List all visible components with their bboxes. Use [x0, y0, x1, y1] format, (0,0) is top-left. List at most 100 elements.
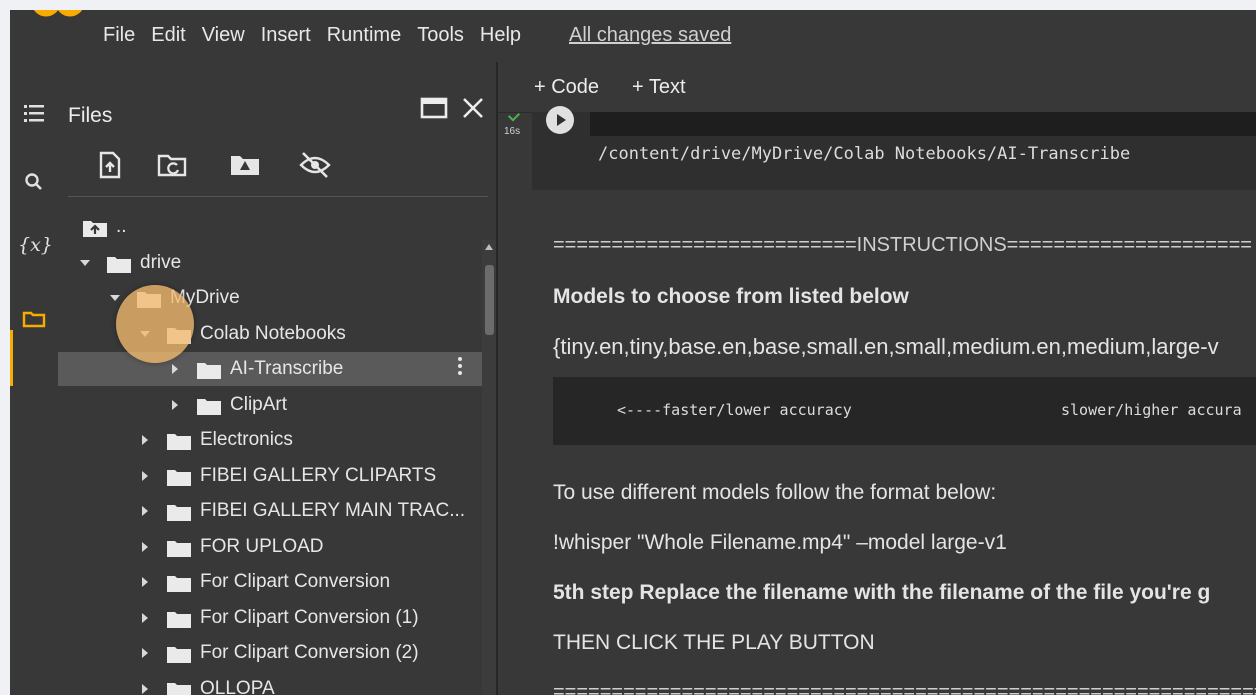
expand-arrow-icon[interactable] — [142, 470, 148, 481]
add-code-button[interactable]: + Code — [534, 76, 599, 99]
click-cursor-highlight — [116, 285, 194, 363]
code-cell[interactable]: /content/drive/MyDrive/Colab Notebooks/A… — [532, 106, 1256, 190]
folder-icon — [167, 576, 191, 592]
file-tree-row[interactable]: OLLOPA — [58, 672, 483, 695]
expand-arrow-icon[interactable] — [172, 399, 178, 410]
expand-arrow-icon[interactable] — [142, 577, 148, 587]
cell-gutter: 16s — [498, 109, 532, 192]
file-tree-row[interactable]: FIBEI GALLERY MAIN TRAC... — [58, 494, 483, 528]
menubar: File Edit View Insert Runtime Tools Help All c… — [10, 10, 1256, 62]
file-tree-label: Colab Notebooks — [200, 322, 346, 344]
collapse-arrow-icon[interactable] — [110, 295, 120, 301]
hide-files-icon[interactable] — [298, 150, 332, 180]
footer-rule: ========================================… — [553, 681, 1256, 695]
folder-icon — [167, 434, 191, 450]
notebook-area: + Code + Text 16s /content/drive/MyDrive… — [498, 62, 1256, 695]
variables-icon[interactable]: {x} — [18, 234, 53, 256]
file-tree-label: drive — [140, 251, 182, 273]
file-tree-row[interactable]: For Clipart Conversion (2) — [58, 636, 483, 670]
scroll-up-icon[interactable] — [485, 244, 493, 250]
menu-edit[interactable]: Edit — [151, 24, 185, 47]
menu-list: File Edit View Insert Runtime Tools Help — [103, 24, 537, 47]
folder-icon — [197, 398, 221, 415]
file-tree-label: For Clipart Conversion (2) — [200, 642, 419, 663]
close-icon[interactable] — [460, 96, 486, 120]
colab-window: File Edit View Insert Runtime Tools Help All c… — [10, 10, 1256, 695]
collapse-arrow-icon[interactable] — [80, 259, 90, 266]
expand-arrow-icon[interactable] — [172, 364, 178, 374]
example-command: !whisper "Whole Filename.mp4" –model lar… — [553, 531, 1007, 554]
folder-icon[interactable] — [18, 308, 50, 330]
file-tree-label: For Clipart Conversion — [200, 571, 391, 592]
file-tree-row[interactable]: FOR UPLOAD — [58, 530, 483, 564]
menu-help[interactable]: Help — [480, 24, 521, 47]
folder-icon — [107, 256, 131, 273]
file-tree-row[interactable]: For Clipart Conversion (1) — [58, 601, 483, 635]
speed-accuracy-code-block: <----faster/lower accuracy slower/higher… — [553, 377, 1256, 445]
file-tree-label: OLLOPA — [200, 677, 275, 695]
files-panel-title: Files — [68, 104, 113, 127]
instructions-header: ==========================INSTRUCTIONS==… — [553, 234, 1252, 256]
search-icon[interactable] — [18, 170, 50, 194]
file-tree-row[interactable]: ClipArt — [58, 388, 483, 422]
file-tree-label: ClipArt — [230, 393, 288, 415]
upload-file-icon[interactable] — [96, 150, 124, 180]
file-tree-row[interactable]: AI-Transcribe — [58, 352, 483, 386]
file-tree-label: FIBEI GALLERY MAIN TRAC... — [200, 500, 466, 521]
file-tree-label: FOR UPLOAD — [200, 535, 324, 557]
models-heading: Models to choose from listed below — [553, 285, 909, 308]
menu-tools[interactable]: Tools — [417, 24, 464, 47]
run-cell-play-icon[interactable] — [546, 106, 574, 134]
file-tree-scrollbar[interactable] — [482, 240, 496, 695]
file-tree: .. drive MyDrive Colab Notebooks AI-Transcri… — [58, 202, 483, 695]
expand-arrow-icon[interactable] — [142, 435, 148, 445]
parent-folder-icon — [83, 221, 107, 237]
play-instruction: THEN CLICK THE PLAY BUTTON — [553, 631, 875, 654]
open-in-tab-icon[interactable] — [420, 96, 448, 120]
file-tree-label: AI-Transcribe — [230, 358, 344, 379]
folder-icon — [167, 647, 191, 663]
menu-runtime[interactable]: Runtime — [327, 24, 401, 47]
notebook-toolbar: + Code + Text — [498, 62, 1256, 113]
folder-icon — [167, 540, 191, 557]
file-tree-label: FIBEI GALLERY CLIPARTS — [200, 464, 437, 486]
folder-icon — [167, 505, 191, 521]
toolbar-divider — [68, 196, 488, 197]
cell-output-path: /content/drive/MyDrive/Colab Notebooks/A… — [598, 144, 1131, 164]
expand-arrow-icon[interactable] — [142, 541, 148, 552]
menu-insert[interactable]: Insert — [261, 24, 311, 47]
folder-icon — [167, 682, 191, 695]
file-tree-row[interactable]: For Clipart Conversion — [58, 565, 483, 599]
table-of-contents-icon[interactable] — [18, 102, 50, 124]
expand-arrow-icon[interactable] — [142, 612, 148, 623]
expand-arrow-icon[interactable] — [142, 683, 148, 694]
file-tree-row[interactable]: Electronics — [58, 423, 483, 457]
active-rail-indicator — [10, 330, 13, 386]
more-options-icon[interactable] — [458, 357, 462, 378]
file-tree-label: .. — [116, 216, 127, 237]
models-list: {tiny.en,tiny,base.en,base,small.en,smal… — [553, 334, 1219, 359]
cell-runtime: 16s — [504, 126, 521, 137]
file-tree-row[interactable]: drive — [58, 246, 483, 280]
save-status-link[interactable]: All changes saved — [569, 24, 731, 47]
add-text-button[interactable]: + Text — [632, 76, 686, 99]
file-tree-label: Electronics — [200, 429, 293, 450]
file-tree-row[interactable]: .. — [58, 210, 483, 244]
code-editor[interactable] — [590, 112, 1256, 136]
file-tree-label: For Clipart Conversion (1) — [200, 606, 419, 628]
expand-arrow-icon[interactable] — [142, 648, 148, 658]
menu-file[interactable]: File — [103, 24, 135, 47]
format-instructions: To use different models follow the forma… — [553, 481, 997, 504]
folder-icon — [167, 611, 191, 628]
step-5-text: 5th step Replace the filename with the f… — [553, 581, 1211, 604]
expand-arrow-icon[interactable] — [142, 506, 148, 516]
code-right-text: slower/higher accura — [1061, 401, 1242, 419]
folder-icon — [197, 363, 221, 379]
side-rail: {x} — [10, 62, 58, 695]
mount-drive-icon[interactable] — [228, 150, 262, 180]
refresh-folder-icon[interactable] — [156, 150, 190, 180]
colab-logo-icon[interactable] — [30, 10, 86, 30]
file-tree-row[interactable]: FIBEI GALLERY CLIPARTS — [58, 459, 483, 493]
scrollbar-thumb[interactable] — [485, 265, 494, 335]
menu-view[interactable]: View — [202, 24, 245, 47]
